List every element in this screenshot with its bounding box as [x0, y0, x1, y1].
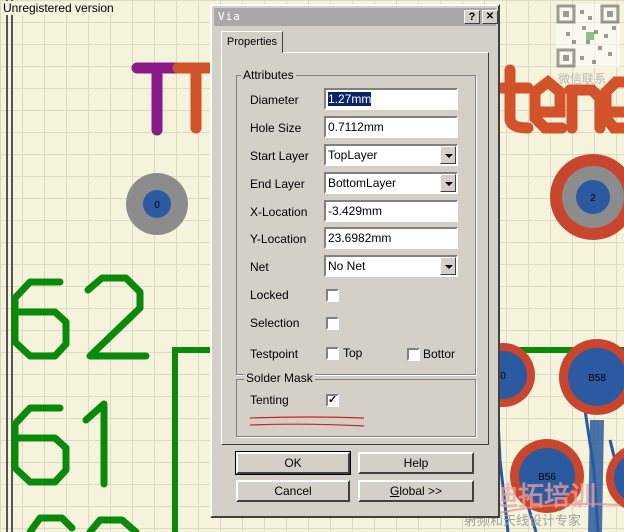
end-layer-value: BottomLayer — [328, 176, 397, 190]
qr-code-watermark — [556, 4, 620, 68]
global-accelerator: G — [389, 484, 400, 498]
start-layer-select[interactable]: TopLayer — [324, 144, 458, 166]
silkscreen-orange-t — [172, 62, 218, 134]
x-location-label: X-Location — [250, 205, 308, 219]
pad-label: 2 — [590, 193, 596, 204]
pad-label: B58 — [588, 373, 606, 384]
attributes-group-label: Attributes — [241, 68, 296, 82]
testpoint-top-label: Top — [343, 346, 363, 360]
selection-label: Selection — [250, 316, 300, 330]
red-annotation-underline — [249, 416, 365, 427]
unregistered-banner: Unregistered version — [1, 1, 116, 15]
x-location-input[interactable]: -3.429mm — [324, 200, 458, 222]
pad-label: 0 — [154, 200, 160, 211]
locked-checkbox[interactable] — [326, 289, 339, 302]
close-button[interactable]: ✕ — [482, 10, 498, 24]
global-label: lobal >> — [399, 484, 443, 498]
tenting-checkbox[interactable]: ✓ — [326, 394, 339, 407]
diameter-input[interactable]: 1.27mm — [324, 88, 458, 110]
net-label: Net — [250, 260, 269, 274]
diameter-label: Diameter — [250, 93, 299, 107]
locked-label: Locked — [250, 288, 289, 302]
selection-checkbox[interactable] — [326, 317, 339, 330]
dialog-titlebar[interactable]: Via ? ✕ — [214, 8, 498, 26]
global-button[interactable]: Global >> — [358, 480, 474, 502]
pad-0[interactable]: 0 — [126, 173, 188, 235]
y-location-input[interactable]: 23.6982mm — [324, 227, 458, 249]
y-location-label: Y-Location — [250, 232, 307, 246]
net-value: No Net — [328, 259, 366, 273]
tenting-label: Tenting — [250, 393, 289, 407]
testpoint-bottom-label: Bottor — [423, 347, 456, 361]
hole-size-input[interactable]: 0.7112mm — [324, 116, 458, 138]
cancel-button[interactable]: Cancel — [236, 480, 350, 502]
check-icon: ✓ — [328, 394, 338, 406]
testpoint-label: Testpoint — [250, 347, 299, 361]
chevron-down-icon[interactable] — [440, 174, 456, 192]
help-button[interactable]: Help — [358, 452, 474, 474]
pad-2[interactable]: 2 — [550, 154, 624, 240]
net-select[interactable]: No Net — [324, 255, 458, 277]
tab-properties[interactable]: Properties — [221, 31, 283, 53]
close-icon: ✕ — [485, 11, 495, 22]
end-layer-label: End Layer — [250, 177, 305, 191]
chevron-down-icon[interactable] — [440, 146, 456, 164]
help-title-button[interactable]: ? — [464, 10, 480, 24]
ok-button[interactable]: OK — [235, 451, 351, 475]
testpoint-top-checkbox[interactable] — [326, 347, 339, 360]
pad-label: 0 — [500, 371, 506, 382]
solder-mask-group-label: Solder Mask — [244, 371, 315, 385]
qr-caption: 微信联系 — [558, 72, 607, 86]
start-layer-value: TopLayer — [328, 148, 378, 162]
hole-size-label: Hole Size — [250, 121, 302, 135]
diameter-value: 1.27mm — [328, 92, 372, 106]
chevron-down-icon[interactable] — [440, 257, 456, 275]
via-dialog: Via ? ✕ Properties Attributes Diameter 1… — [210, 4, 500, 518]
end-layer-select[interactable]: BottomLayer — [324, 172, 458, 194]
testpoint-bottom-checkbox[interactable] — [407, 348, 420, 361]
dialog-title: Via — [218, 10, 241, 23]
silkscreen-digits — [11, 274, 150, 532]
properties-panel: Attributes Diameter 1.27mm Hole Size 0.7… — [221, 52, 489, 445]
start-layer-label: Start Layer — [250, 149, 309, 163]
